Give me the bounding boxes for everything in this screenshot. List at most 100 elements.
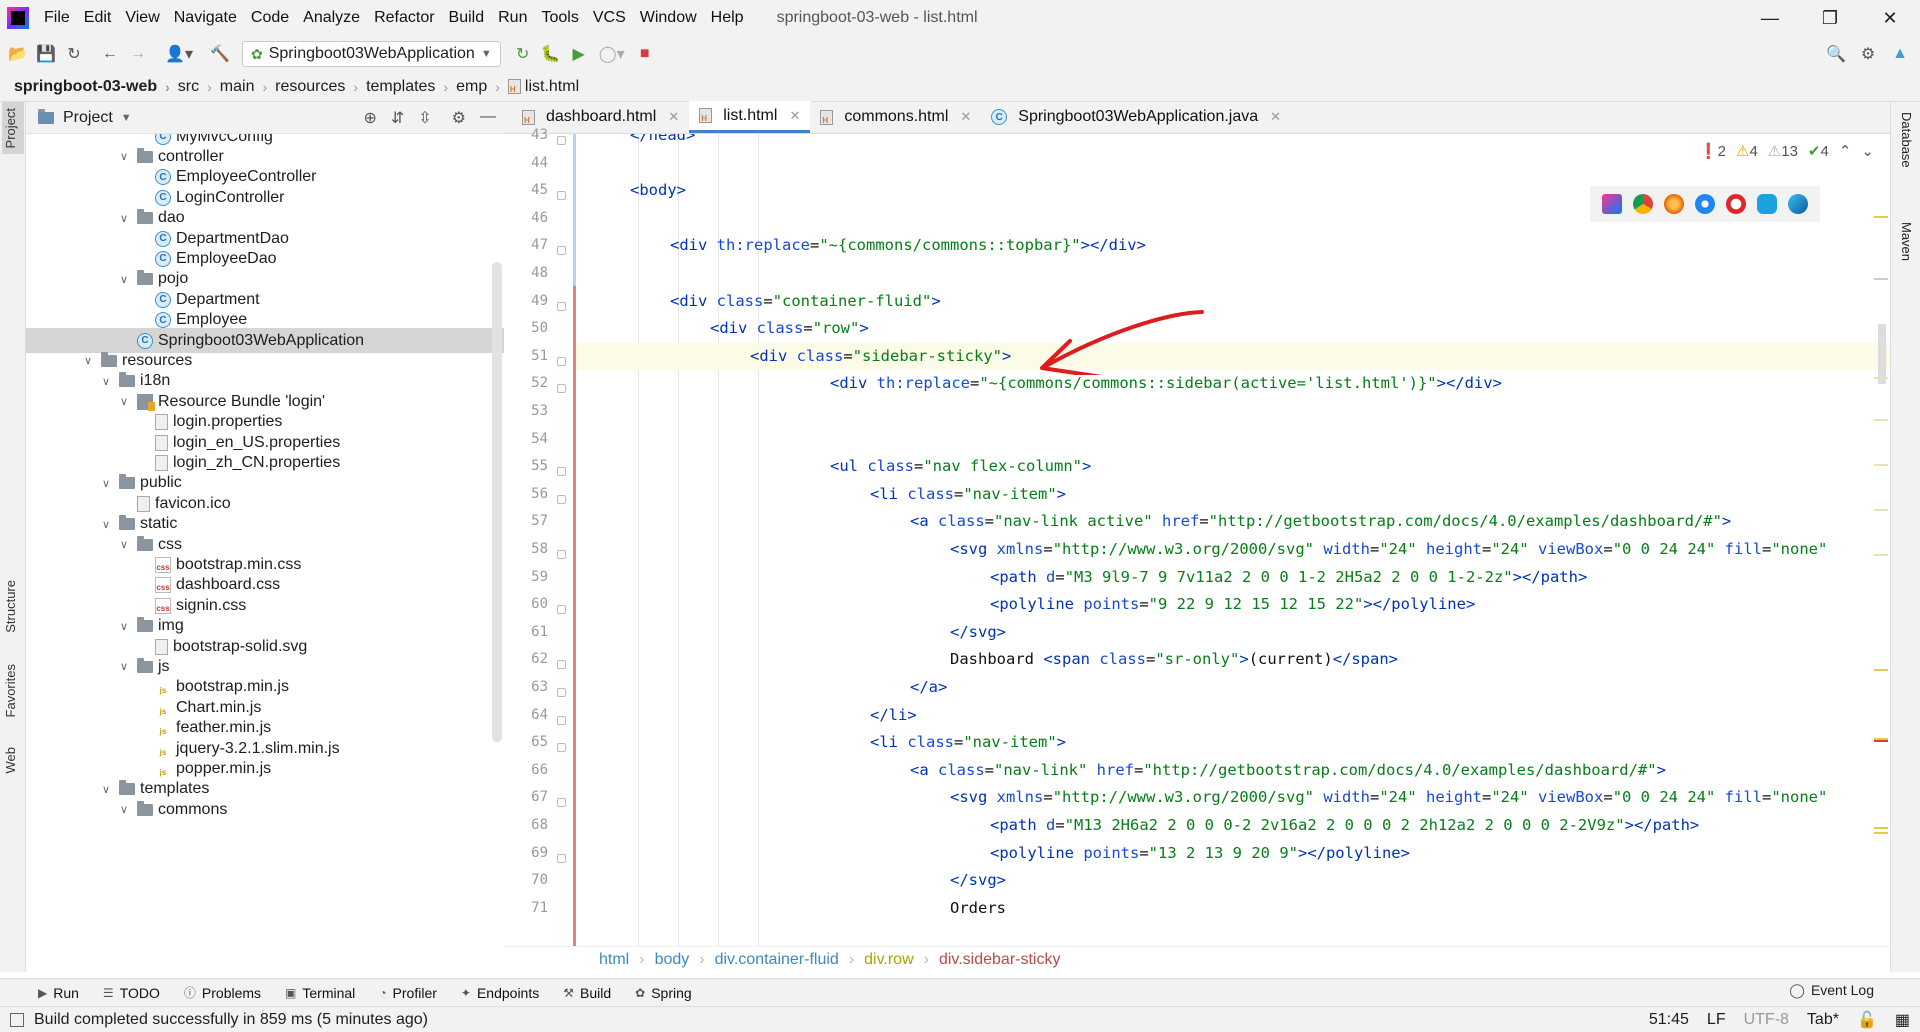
back-icon[interactable]: ← bbox=[96, 40, 124, 68]
web-tool-tab[interactable]: Web bbox=[3, 747, 18, 774]
firefox-icon[interactable] bbox=[1663, 194, 1684, 214]
chevron-down-icon[interactable]: ∨ bbox=[117, 150, 131, 163]
editor-tab[interactable]: C Springboot03WebApplication.java ✕ bbox=[981, 101, 1291, 133]
user-icon[interactable]: 👤▾ bbox=[160, 40, 198, 68]
code-line[interactable]: </li> bbox=[576, 702, 1890, 729]
code-line[interactable]: <div class="container-fluid"> bbox=[576, 288, 1890, 315]
collapse-all-icon[interactable]: ⇳ bbox=[418, 108, 431, 128]
menu-run[interactable]: Run bbox=[491, 9, 534, 27]
code-line[interactable]: </a> bbox=[576, 674, 1890, 701]
gear-icon[interactable]: ⚙ bbox=[452, 108, 466, 128]
fold-marker-icon[interactable] bbox=[557, 494, 566, 504]
debug-icon[interactable]: 🐛 bbox=[537, 40, 565, 68]
structure-tool-tab[interactable]: Structure bbox=[3, 580, 18, 633]
menu-code[interactable]: Code bbox=[244, 9, 296, 27]
menu-help[interactable]: Help bbox=[704, 9, 751, 27]
menu-build[interactable]: Build bbox=[442, 9, 492, 27]
menu-navigate[interactable]: Navigate bbox=[167, 9, 244, 27]
line-separator[interactable]: LF bbox=[1707, 1011, 1726, 1029]
breadcrumb-item[interactable]: list.html bbox=[507, 78, 579, 96]
close-tab-icon[interactable]: ✕ bbox=[668, 109, 679, 125]
code-line[interactable]: <div th:replace="~{commons/commons::side… bbox=[576, 370, 1890, 397]
chevron-down-icon[interactable]: ∨ bbox=[117, 273, 131, 286]
fold-marker-icon[interactable] bbox=[557, 798, 566, 808]
menu-vcs[interactable]: VCS bbox=[586, 9, 633, 27]
breadcrumb-item[interactable]: emp › bbox=[456, 78, 508, 96]
tool-window-terminal[interactable]: ▣ Terminal bbox=[285, 985, 355, 1001]
open-folder-icon[interactable]: 📂 bbox=[4, 40, 32, 68]
close-tab-icon[interactable]: ✕ bbox=[789, 108, 800, 124]
menu-view[interactable]: View bbox=[118, 9, 166, 27]
caret-position[interactable]: 51:45 bbox=[1649, 1011, 1689, 1029]
chevron-down-icon[interactable]: ∨ bbox=[99, 518, 113, 531]
internet-explorer-icon[interactable] bbox=[1757, 194, 1778, 214]
fold-marker-icon[interactable] bbox=[557, 605, 566, 615]
menu-refactor[interactable]: Refactor bbox=[367, 9, 441, 27]
chrome-icon[interactable] bbox=[1632, 194, 1653, 214]
code-breadcrumb-item[interactable]: div.container-fluid bbox=[715, 951, 839, 969]
tool-window-build[interactable]: ⚒ Build bbox=[563, 985, 611, 1001]
chevron-down-icon[interactable]: ∨ bbox=[117, 212, 131, 225]
fold-marker-icon[interactable] bbox=[557, 715, 566, 725]
tool-window-run[interactable]: ▶ Run bbox=[38, 985, 79, 1001]
fold-marker-icon[interactable] bbox=[557, 688, 566, 697]
build-hammer-icon[interactable]: 🔨 bbox=[206, 40, 234, 68]
chevron-up-icon[interactable]: ⌃ bbox=[1839, 142, 1852, 160]
code-line[interactable]: Orders bbox=[576, 895, 1890, 922]
fold-marker-icon[interactable] bbox=[557, 301, 566, 311]
code-line[interactable] bbox=[576, 260, 1890, 287]
chevron-down-icon[interactable]: ∨ bbox=[117, 803, 131, 816]
code-line[interactable]: <div class="sidebar-sticky"> bbox=[576, 342, 1890, 370]
code-line[interactable]: <path d="M3 9l9-7 9 7v11a2 2 0 0 1-2 2H5… bbox=[576, 564, 1890, 591]
breadcrumb-item[interactable]: src › bbox=[178, 78, 220, 96]
project-tree-scrollbar[interactable] bbox=[492, 262, 502, 742]
chevron-down-icon[interactable]: ∨ bbox=[117, 660, 131, 673]
close-tab-icon[interactable]: ✕ bbox=[1270, 109, 1281, 125]
menu-window[interactable]: Window bbox=[633, 9, 704, 27]
forward-icon[interactable]: → bbox=[124, 40, 152, 68]
chevron-down-icon[interactable]: ▼ bbox=[121, 112, 132, 124]
maximize-icon[interactable]: ❐ bbox=[1800, 0, 1860, 36]
menu-edit[interactable]: Edit bbox=[77, 9, 119, 27]
file-encoding[interactable]: UTF-8 bbox=[1744, 1011, 1789, 1029]
chevron-down-icon[interactable]: ∨ bbox=[99, 375, 113, 388]
fold-marker-icon[interactable] bbox=[557, 191, 566, 201]
maven-tool-tab[interactable]: Maven bbox=[1899, 222, 1914, 261]
edge-icon[interactable] bbox=[1788, 194, 1809, 214]
status-square-icon[interactable] bbox=[10, 1012, 24, 1027]
close-tab-icon[interactable]: ✕ bbox=[960, 109, 971, 125]
code-breadcrumb-item[interactable]: div.sidebar-sticky bbox=[939, 951, 1061, 969]
fold-marker-icon[interactable] bbox=[557, 743, 566, 753]
opera-icon[interactable] bbox=[1726, 194, 1747, 214]
breadcrumb-item[interactable]: templates › bbox=[366, 78, 456, 96]
tool-window-spring[interactable]: ✿ Spring bbox=[635, 985, 692, 1001]
inspection-widget[interactable]: ❗2 ⚠4 ⚠13 ✔4 ⌃ ⌄ bbox=[1699, 142, 1874, 160]
run-configuration-select[interactable]: ✿ Springboot03WebApplication ▼ bbox=[242, 41, 501, 67]
jetbrains-toolbox-icon[interactable]: ▲ bbox=[1886, 40, 1914, 68]
project-tool-tab[interactable]: Project bbox=[3, 108, 18, 148]
chevron-down-icon[interactable]: ∨ bbox=[99, 477, 113, 490]
fold-marker-icon[interactable] bbox=[557, 384, 566, 394]
code-line[interactable]: <svg xmlns="http://www.w3.org/2000/svg" … bbox=[576, 536, 1890, 563]
tool-window-endpoints[interactable]: ✦ Endpoints bbox=[461, 985, 539, 1001]
code-line[interactable]: <ul class="nav flex-column"> bbox=[576, 453, 1890, 480]
code-line[interactable]: <path d="M13 2H6a2 2 0 0 0-2 2v16a2 2 0 … bbox=[576, 812, 1890, 839]
event-log-button[interactable]: ◯ Event Log bbox=[1789, 982, 1874, 999]
project-panel-title[interactable]: Project bbox=[63, 109, 113, 127]
chevron-down-icon[interactable]: ∨ bbox=[81, 354, 95, 367]
editor-tab[interactable]: list.html ✕ bbox=[689, 101, 811, 133]
fold-marker-icon[interactable] bbox=[557, 853, 566, 863]
fold-marker-icon[interactable] bbox=[557, 467, 566, 477]
gear-icon[interactable]: ⚙ bbox=[1854, 40, 1882, 68]
breadcrumb-item[interactable]: main › bbox=[220, 78, 275, 96]
chevron-down-icon[interactable]: ∨ bbox=[117, 620, 131, 633]
favorites-tool-tab[interactable]: Favorites bbox=[3, 664, 18, 717]
fold-marker-icon[interactable] bbox=[557, 246, 566, 256]
stop-icon[interactable]: ■ bbox=[631, 40, 659, 68]
profile-icon[interactable]: ◯▾ bbox=[593, 40, 631, 68]
menu-analyze[interactable]: Analyze bbox=[296, 9, 367, 27]
code-breadcrumb-item[interactable]: html bbox=[599, 951, 629, 969]
menu-file[interactable]: File bbox=[37, 9, 77, 27]
code-line[interactable]: <a class="nav-link" href="http://getboot… bbox=[576, 757, 1890, 784]
status-message[interactable]: Build completed successfully in 859 ms (… bbox=[34, 1011, 428, 1029]
